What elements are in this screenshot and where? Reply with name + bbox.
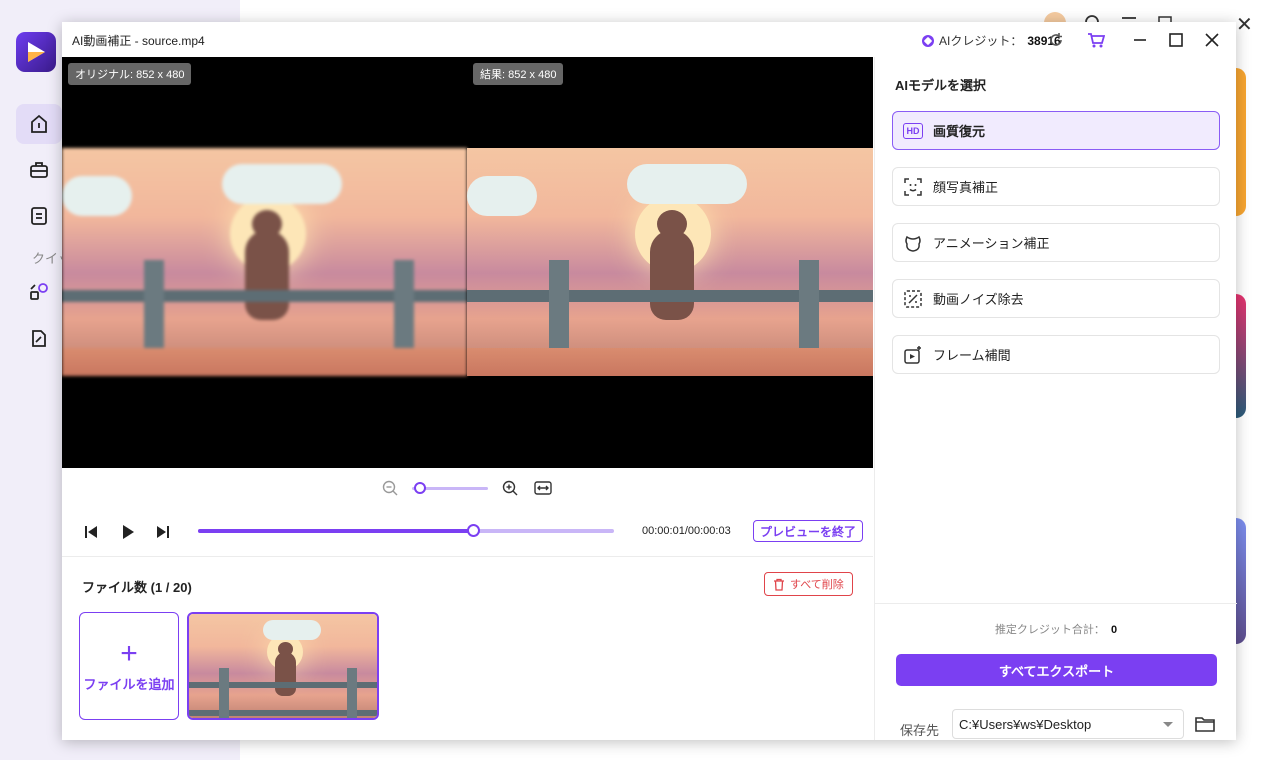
ai-model-title: AIモデルを選択 <box>895 78 987 93</box>
play-icon[interactable] <box>120 523 136 541</box>
plus-icon: + <box>120 636 138 670</box>
document-icon[interactable] <box>16 196 62 236</box>
app-logo <box>16 32 56 72</box>
original-video-frame <box>62 148 467 376</box>
video-thumbnail[interactable] <box>187 612 379 720</box>
original-resolution-label: オリジナル: 852 x 480 <box>68 63 192 85</box>
quick-tools-icon[interactable] <box>16 272 62 312</box>
zoom-out-icon[interactable] <box>382 480 398 496</box>
refresh-icon[interactable] <box>1046 30 1066 50</box>
close-icon[interactable] <box>1202 30 1222 50</box>
minimize-icon[interactable] <box>1130 30 1150 50</box>
model-frame-interpolation[interactable]: フレーム補間 <box>892 335 1220 374</box>
edit-document-icon[interactable] <box>16 318 62 358</box>
divider <box>62 556 873 557</box>
ai-credit: AIクレジット： 38916 <box>922 32 1061 49</box>
credit-gem-icon <box>922 34 934 47</box>
ai-video-enhancer-dialog: AI動画補正 - source.mp4 AIクレジット： 38916 オリジナル… <box>62 22 1237 740</box>
frame-interpolation-icon <box>903 345 923 365</box>
zoom-in-icon[interactable] <box>502 480 518 496</box>
delete-all-label: すべて削除 <box>790 579 844 591</box>
denoise-icon <box>903 289 923 309</box>
add-file-label: ファイルを追加 <box>83 676 175 692</box>
model-face-enhance[interactable]: 顔写真補正 <box>892 167 1220 206</box>
cart-icon[interactable] <box>1086 30 1106 50</box>
dialog-title: AI動画補正 - source.mp4 <box>72 34 205 48</box>
save-path: C:¥Users¥ws¥Desktop <box>959 716 1092 732</box>
face-scan-icon <box>903 177 923 197</box>
result-resolution-label: 結果: 852 x 480 <box>473 63 564 85</box>
file-count: ファイル数 (1 / 20) <box>82 580 192 595</box>
playback-progress-bar[interactable] <box>198 524 614 537</box>
model-label: アニメーション補正 <box>933 236 1050 251</box>
close-icon[interactable]: ✕ <box>1236 12 1253 37</box>
result-video-frame <box>467 148 873 376</box>
credit-label: AIクレジット： <box>939 34 1023 48</box>
model-video-denoise[interactable]: 動画ノイズ除去 <box>892 279 1220 318</box>
timecode: 00:00:01/00:00:03 <box>642 525 731 537</box>
export-all-button[interactable]: すべてエクスポート <box>896 654 1217 686</box>
model-label: 動画ノイズ除去 <box>933 292 1024 307</box>
folder-icon[interactable] <box>1195 716 1215 732</box>
ai-model-panel: AIモデルを選択 HD 画質復元 顔写真補正 アニメーション補正 動画ノイズ除去 <box>874 57 1237 740</box>
delete-all-button[interactable]: すべて削除 <box>764 572 853 596</box>
animation-icon <box>903 233 923 253</box>
toolbox-icon[interactable] <box>16 150 62 190</box>
next-frame-icon[interactable] <box>155 524 171 540</box>
model-label: 顔写真補正 <box>933 180 999 195</box>
add-file-button[interactable]: + ファイルを追加 <box>79 612 179 720</box>
hd-icon: HD <box>903 121 923 141</box>
zoom-slider-handle[interactable] <box>413 482 426 494</box>
end-preview-button[interactable]: プレビューを終了 <box>753 520 864 542</box>
playback-controls: 00:00:01/00:00:03 プレビューを終了 <box>62 520 873 544</box>
estimate-label: 推定クレジット合計： <box>994 624 1105 636</box>
model-label: フレーム補間 <box>933 348 1011 363</box>
estimated-credit: 推定クレジット合計： 0 <box>875 621 1237 637</box>
chevron-down-icon <box>1163 722 1173 727</box>
previous-frame-icon[interactable] <box>83 524 99 540</box>
trash-icon <box>774 578 784 591</box>
save-location-label: 保存先 <box>900 723 940 738</box>
save-location-select[interactable]: C:¥Users¥ws¥Desktop <box>952 709 1184 739</box>
playback-progress-handle[interactable] <box>466 524 480 537</box>
estimate-value: 0 <box>1110 624 1118 636</box>
home-icon[interactable] <box>16 104 62 144</box>
dialog-titlebar: AI動画補正 - source.mp4 AIクレジット： 38916 <box>62 22 1236 57</box>
zoom-control <box>382 480 562 496</box>
video-preview: オリジナル: 852 x 480 結果: 852 x 480 <box>62 57 873 468</box>
model-label: 画質復元 <box>933 124 986 139</box>
playback-progress-fill <box>198 529 473 533</box>
divider <box>875 603 1237 604</box>
maximize-icon[interactable] <box>1166 30 1186 50</box>
fit-width-icon[interactable] <box>534 480 552 496</box>
model-animation-enhance[interactable]: アニメーション補正 <box>892 223 1220 262</box>
thumbnail-frame <box>189 614 377 718</box>
model-image-restore[interactable]: HD 画質復元 <box>892 111 1220 150</box>
